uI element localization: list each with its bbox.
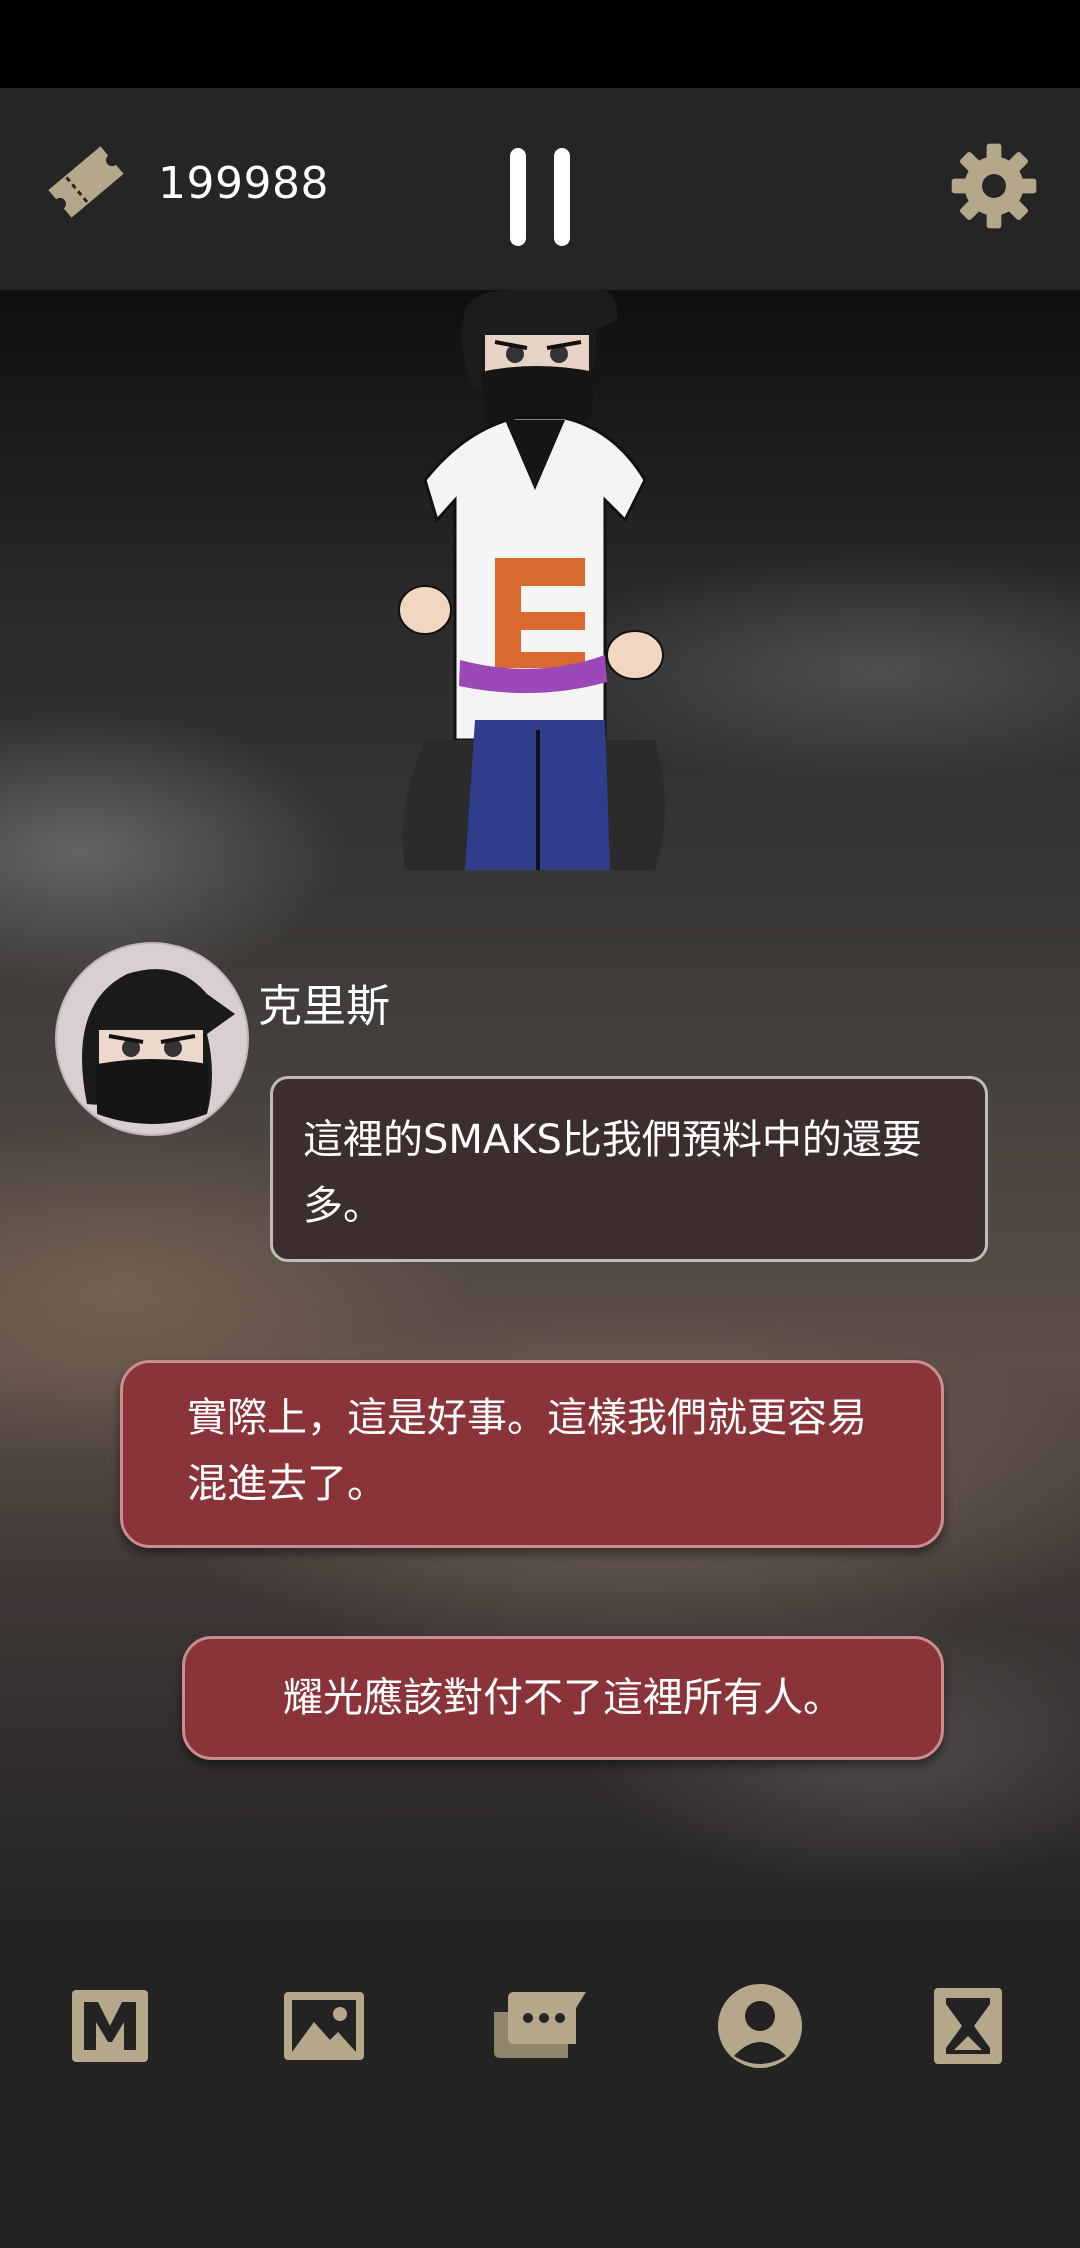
hourglass-icon[interactable] (920, 1978, 1016, 2074)
pause-button[interactable] (500, 148, 580, 248)
status-bar (0, 0, 1080, 88)
ninja-character-sprite (355, 290, 725, 870)
ticket-icon (38, 134, 134, 230)
pause-bar-left (510, 148, 526, 246)
choice-option-1[interactable]: 實際上，這是好事。這樣我們就更容易混進去了。 (120, 1360, 944, 1548)
dialogue-box[interactable]: 這裡的SMAKS比我們預料中的還要多。 (270, 1076, 988, 1262)
profile-icon[interactable] (712, 1978, 808, 2074)
story-scene: 克里斯 這裡的SMAKS比我們預料中的還要多。 實際上，這是好事。這樣我們就更容… (0, 290, 1080, 1920)
speaker-avatar (55, 942, 249, 1136)
pause-bar-right (554, 148, 570, 246)
ticket-count: 199988 (158, 158, 329, 209)
settings-gear-icon[interactable] (948, 140, 1040, 232)
menu-m-icon[interactable] (62, 1978, 158, 2074)
choice-option-2[interactable]: 耀光應該對付不了這裡所有人。 (182, 1636, 944, 1760)
speaker-name: 克里斯 (258, 981, 390, 1032)
gallery-icon[interactable] (276, 1978, 372, 2074)
top-bar: 199988 (0, 88, 1080, 290)
chat-log-icon[interactable] (488, 1978, 592, 2074)
bottom-nav-bar (0, 1920, 1080, 2248)
